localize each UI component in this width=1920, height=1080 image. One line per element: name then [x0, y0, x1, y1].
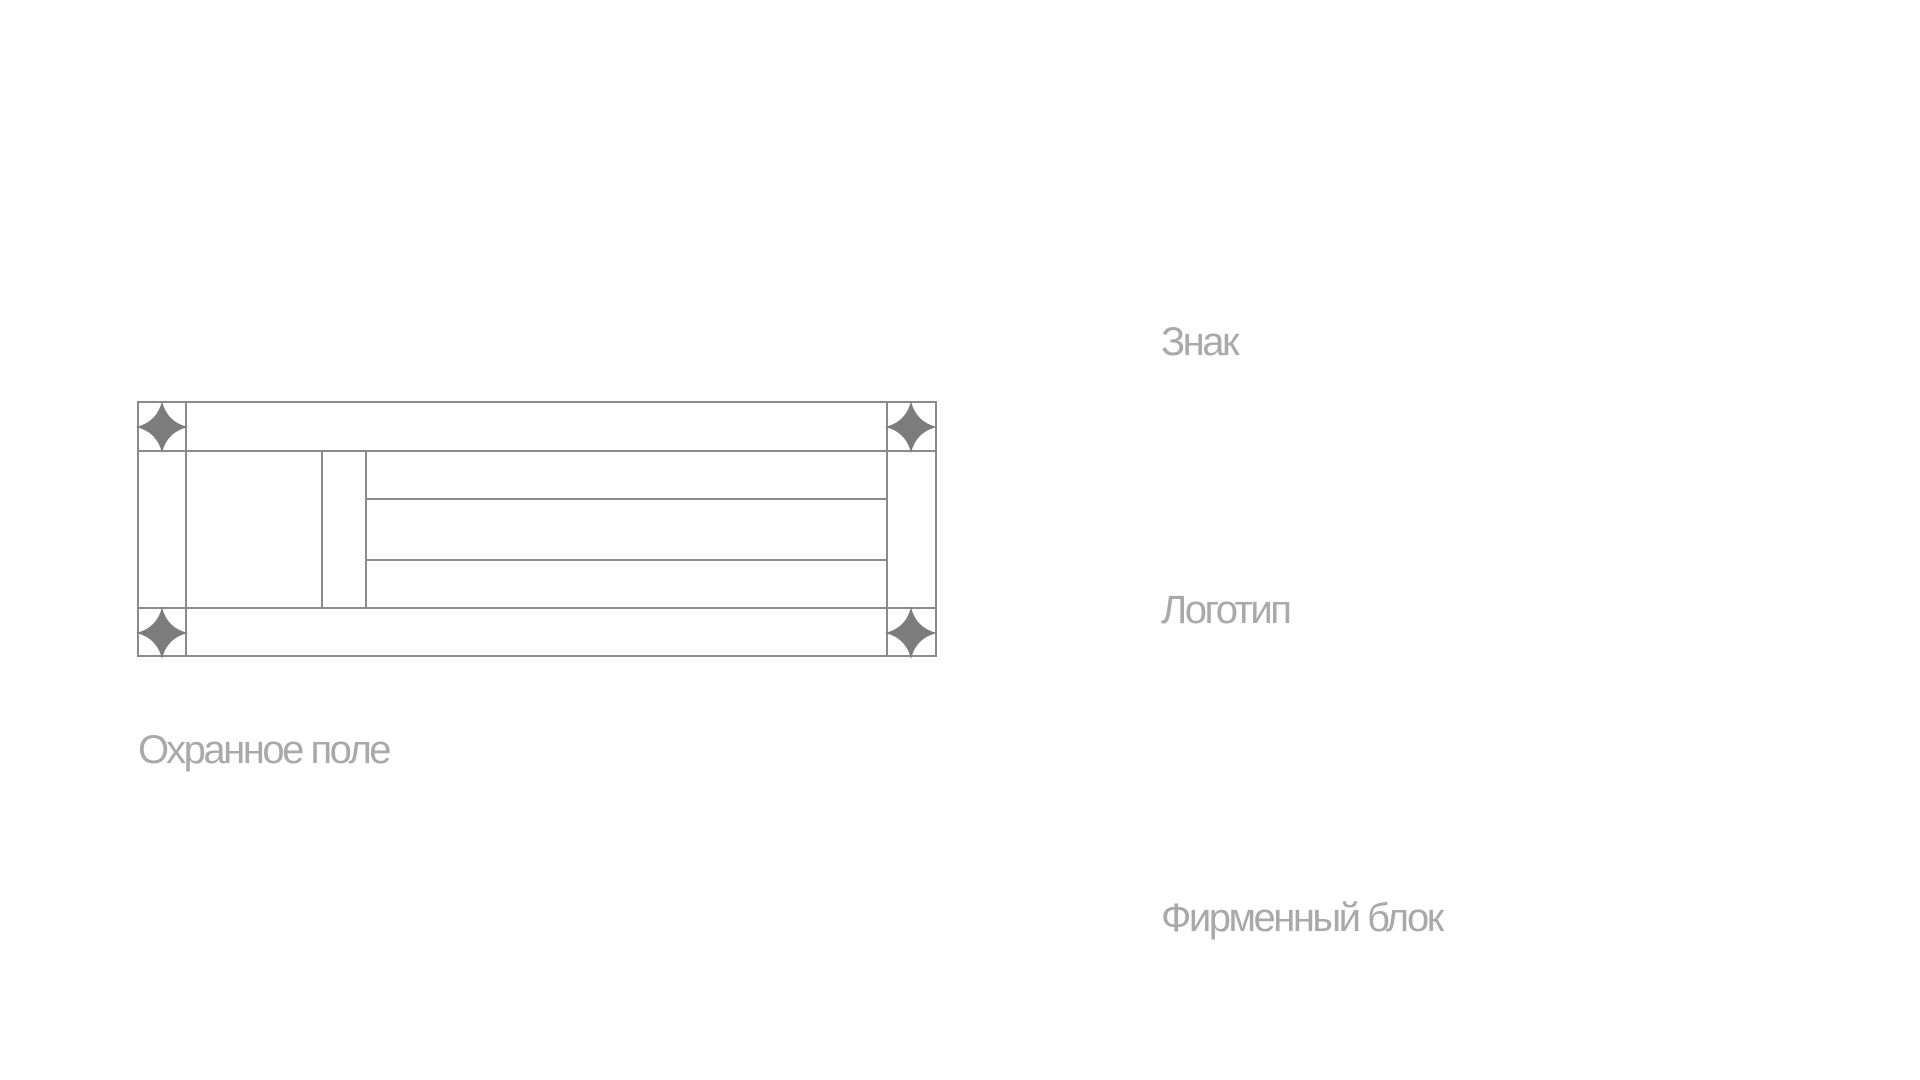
four-point-star-icon: [136, 607, 188, 659]
sign-label: Знак: [1161, 320, 1240, 364]
clear-space-label: Охранное поле: [138, 728, 392, 772]
brand-block-label: Фирменный блок: [1161, 896, 1444, 940]
four-point-star-icon: [885, 607, 937, 659]
four-point-star-icon: [885, 401, 937, 453]
logotype-label: Логотип: [1161, 588, 1292, 632]
clear-space-diagram: [136, 401, 937, 659]
four-point-star-icon: [136, 401, 188, 453]
clear-space-outer-frame: [137, 401, 937, 657]
